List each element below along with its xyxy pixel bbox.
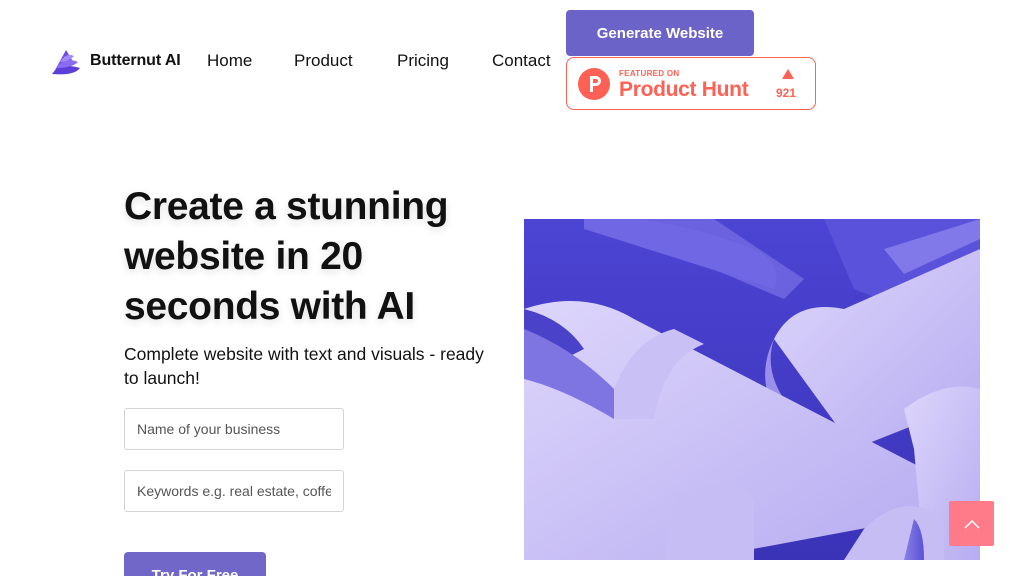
- hero-subtitle: Complete website with text and visuals -…: [124, 344, 484, 388]
- nav-home[interactable]: Home: [207, 51, 252, 71]
- product-hunt-badge[interactable]: FEATURED ON Product Hunt 921: [566, 57, 816, 110]
- upvote-arrow-icon: [782, 69, 794, 79]
- product-hunt-icon: [578, 68, 610, 100]
- product-hunt-name: Product Hunt: [619, 78, 749, 101]
- product-hunt-featured-label: FEATURED ON: [619, 69, 680, 78]
- brand-name: Butternut AI: [90, 52, 181, 69]
- generate-website-button[interactable]: Generate Website: [566, 10, 754, 56]
- chevron-up-icon: [963, 519, 980, 529]
- try-for-free-button[interactable]: Try For Free: [124, 552, 266, 576]
- brand-logo[interactable]: Butternut AI: [50, 46, 181, 76]
- hero-illustration: [524, 219, 980, 560]
- hero-title: Create a stunning website in 20 seconds …: [124, 185, 449, 328]
- nav-product[interactable]: Product: [294, 51, 353, 71]
- scroll-to-top-button[interactable]: [949, 501, 994, 546]
- keywords-input[interactable]: [124, 470, 344, 512]
- nav-contact[interactable]: Contact: [492, 51, 551, 71]
- butternut-logo-icon: [52, 50, 80, 75]
- product-hunt-vote-count: 921: [776, 86, 797, 100]
- business-name-input[interactable]: [124, 408, 344, 450]
- nav-pricing[interactable]: Pricing: [397, 51, 449, 71]
